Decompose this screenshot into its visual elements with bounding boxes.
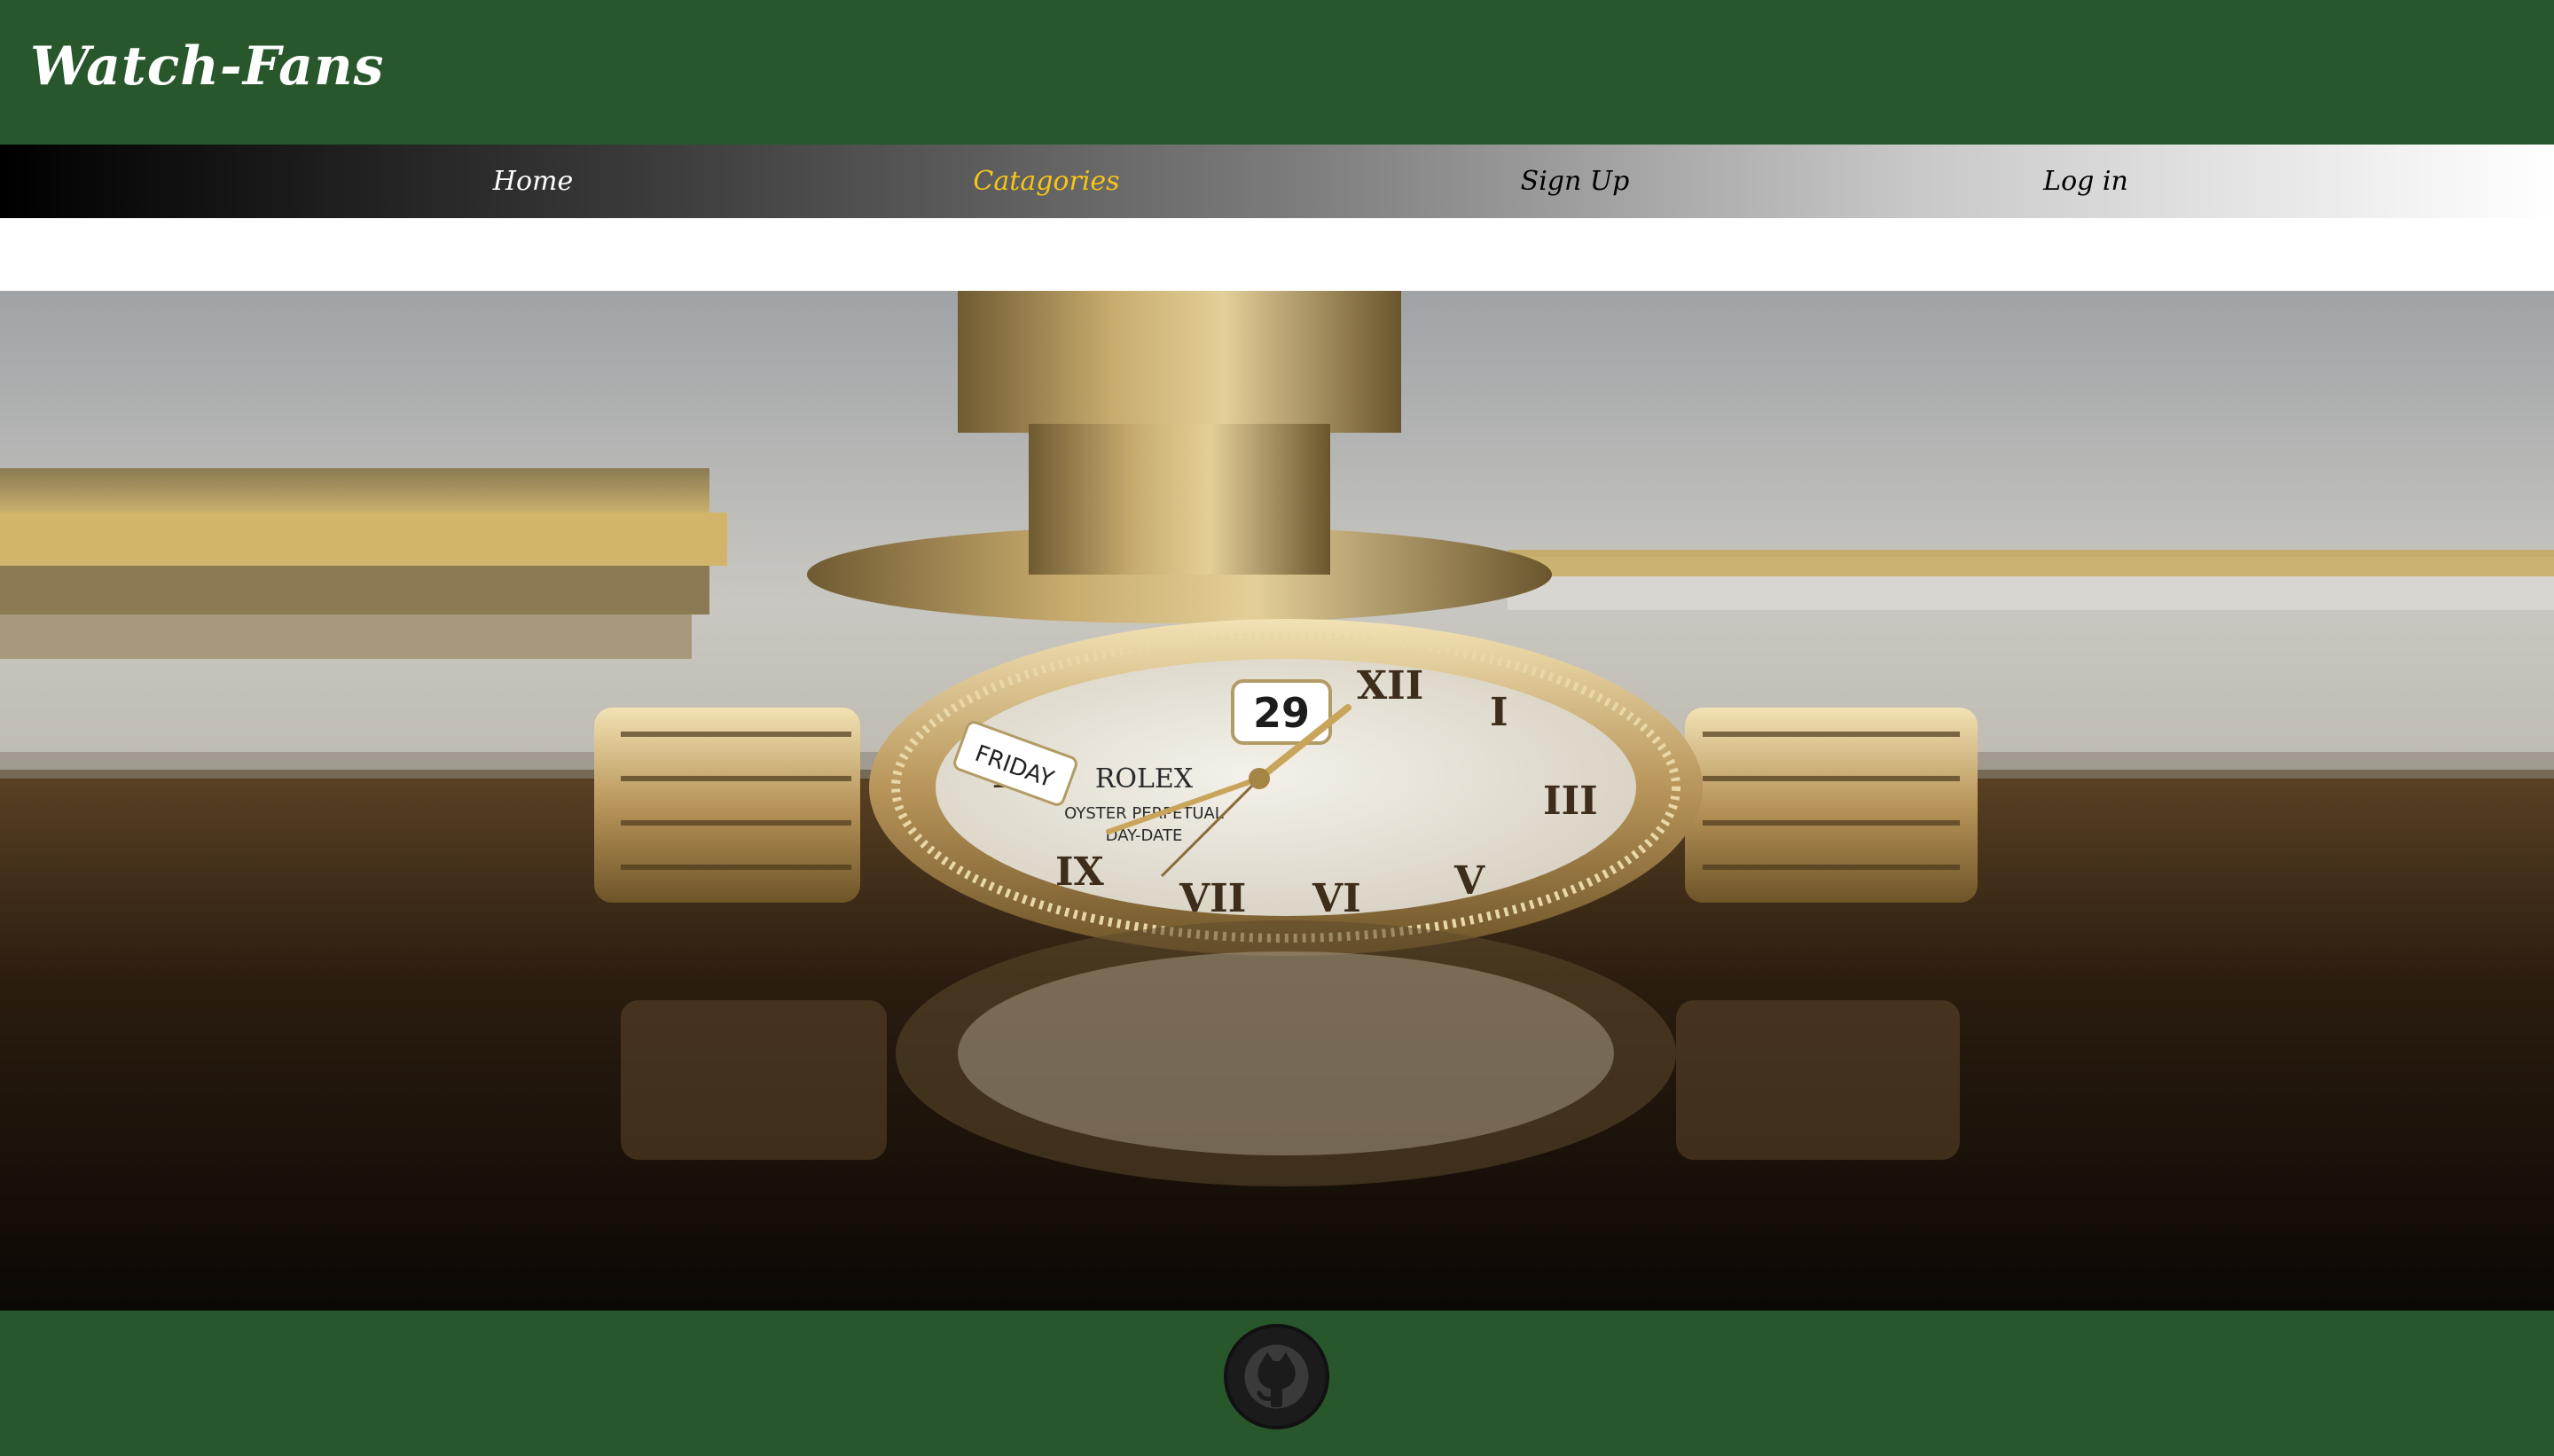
nav-log-in[interactable]: Log in <box>2043 145 2128 218</box>
nav-home[interactable]: Home <box>493 145 573 218</box>
site-logo[interactable]: Watch-Fans <box>30 35 384 98</box>
gold-watch-photo: XII I III V VI VII IX X 29 FRIDAY ROLEX … <box>0 291 2554 1311</box>
svg-text:XII: XII <box>1357 663 1423 708</box>
svg-text:V: V <box>1453 858 1485 904</box>
nav-sign-up[interactable]: Sign Up <box>1521 145 1630 218</box>
svg-text:III: III <box>1543 779 1598 824</box>
github-icon[interactable] <box>1224 1324 1329 1429</box>
svg-text:ROLEX: ROLEX <box>1095 763 1194 795</box>
main-nav: Home Catagories Sign Up Log in <box>0 145 2554 218</box>
site-footer <box>0 1311 2554 1456</box>
site-header: Watch-Fans <box>0 0 2554 145</box>
svg-text:IX: IX <box>1055 849 1105 895</box>
svg-text:VII: VII <box>1179 876 1246 921</box>
svg-text:VI: VI <box>1312 876 1361 921</box>
hero-image: XII I III V VI VII IX X 29 FRIDAY ROLEX … <box>0 291 2554 1311</box>
nav-categories[interactable]: Catagories <box>973 145 1119 218</box>
svg-text:I: I <box>1490 690 1508 735</box>
svg-text:29: 29 <box>1253 689 1310 737</box>
